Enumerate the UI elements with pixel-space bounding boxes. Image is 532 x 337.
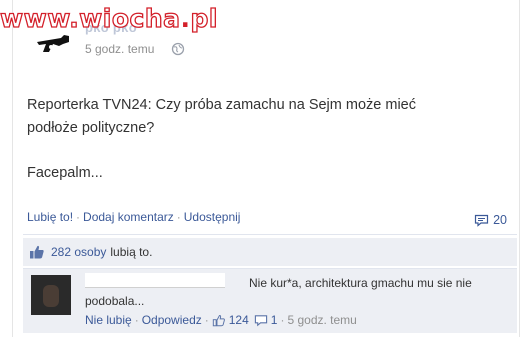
post-line-2: podłoże polityczne?	[27, 120, 155, 136]
comments-count-value: 20	[493, 213, 507, 227]
comment-bubble-icon	[474, 214, 489, 227]
divider	[23, 234, 517, 235]
unlike-link[interactable]: Nie lubię	[85, 313, 132, 327]
separator: ·	[134, 313, 139, 327]
separator: ·	[204, 313, 209, 327]
like-link[interactable]: Lubię to!	[27, 210, 73, 224]
globe-icon	[171, 42, 185, 56]
post-card: pko pko 5 godz. temu Reporterka TVN24: C…	[12, 0, 520, 337]
site-watermark: www.wiocha.pl	[0, 3, 218, 33]
comment-likes-count[interactable]: 124	[229, 313, 249, 327]
comments-count[interactable]: 20	[474, 213, 507, 227]
post-actions: Lubię to! · Dodaj komentarz · Udostępnij	[27, 210, 513, 230]
post-message: Reporterka TVN24: Czy próba zamachu na S…	[27, 94, 497, 185]
comment-bubble-icon	[254, 314, 267, 326]
share-link[interactable]: Udostępnij	[184, 210, 241, 224]
separator: ·	[280, 313, 285, 327]
thumbs-up-icon	[212, 314, 225, 326]
commenter-avatar[interactable]	[31, 275, 71, 315]
comment-replies-count[interactable]: 1	[271, 313, 278, 327]
commenter-name-redacted	[85, 273, 225, 288]
post-line-3: Facepalm...	[27, 165, 103, 181]
thumbs-up-icon	[30, 245, 44, 259]
separator: ·	[76, 210, 81, 224]
reply-link[interactable]: Odpowiedz	[142, 313, 202, 327]
comment-item: Nie kur*a, architektura gmachu mu sie ni…	[23, 268, 517, 333]
watermark-tld: pl	[190, 3, 218, 33]
watermark-text: www.wiocha	[0, 3, 181, 33]
likes-count-link[interactable]: 282 osoby	[51, 245, 106, 259]
watermark-dot: .	[180, 4, 191, 33]
comment-timestamp[interactable]: 5 godz. temu	[287, 313, 356, 327]
separator: ·	[176, 210, 181, 224]
post-line-1: Reporterka TVN24: Czy próba zamachu na S…	[27, 97, 416, 113]
likes-suffix: lubią to.	[110, 245, 153, 259]
comment-meta: Nie lubię · Odpowiedz · 124 1 · 5 godz. …	[85, 313, 357, 327]
post-timestamp[interactable]: 5 godz. temu	[85, 42, 154, 56]
add-comment-link[interactable]: Dodaj komentarz	[83, 210, 174, 224]
likes-summary: 282 osoby lubią to.	[23, 238, 517, 266]
